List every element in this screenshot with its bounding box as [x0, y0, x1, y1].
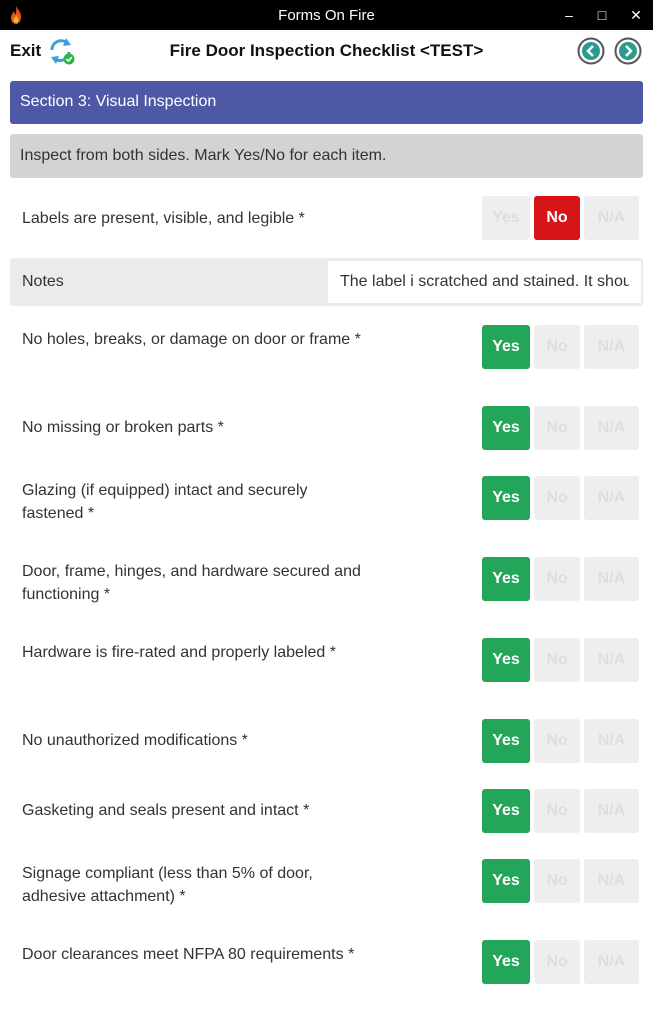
- answer-buttons: Yes No N/A: [482, 557, 640, 601]
- answer-buttons: Yes No N/A: [482, 196, 640, 240]
- question-row: Glazing (if equipped) intact and securel…: [10, 476, 643, 522]
- answer-buttons: Yes No N/A: [482, 476, 640, 520]
- question-row: Gasketing and seals present and intact *…: [10, 789, 643, 833]
- question-row: No missing or broken parts * Yes No N/A: [10, 406, 643, 450]
- no-button[interactable]: No: [534, 940, 580, 984]
- section-title: Section 3: Visual Inspection: [10, 81, 643, 124]
- sync-icon[interactable]: [46, 37, 76, 65]
- question-label: No missing or broken parts *: [22, 419, 224, 436]
- answer-buttons: Yes No N/A: [482, 859, 640, 903]
- form-title: Fire Door Inspection Checklist <TEST>: [169, 41, 484, 60]
- no-button[interactable]: No: [534, 476, 580, 520]
- question-row: No unauthorized modifications * Yes No N…: [10, 719, 643, 763]
- question-label: Hardware is fire-rated and properly labe…: [22, 644, 336, 661]
- yes-button[interactable]: Yes: [482, 789, 530, 833]
- answer-buttons: Yes No N/A: [482, 719, 640, 763]
- na-button[interactable]: N/A: [584, 719, 639, 763]
- no-button[interactable]: No: [534, 325, 580, 369]
- na-button[interactable]: N/A: [584, 325, 639, 369]
- maximize-button[interactable]: □: [591, 4, 613, 26]
- no-button[interactable]: No: [534, 789, 580, 833]
- question-row: Door, frame, hinges, and hardware secure…: [10, 557, 643, 603]
- yes-button[interactable]: Yes: [482, 196, 530, 240]
- question-row: Door clearances meet NFPA 80 requirement…: [10, 940, 643, 986]
- notes-row: Notes: [10, 258, 643, 306]
- na-button[interactable]: N/A: [584, 196, 639, 240]
- yes-button[interactable]: Yes: [482, 406, 530, 450]
- no-button[interactable]: No: [534, 196, 580, 240]
- question-label: No unauthorized modifications *: [22, 732, 248, 749]
- na-button[interactable]: N/A: [584, 476, 639, 520]
- section-instructions: Inspect from both sides. Mark Yes/No for…: [10, 134, 643, 178]
- yes-button[interactable]: Yes: [482, 940, 530, 984]
- no-button[interactable]: No: [534, 638, 580, 682]
- question-label: Door, frame, hinges, and hardware secure…: [22, 563, 361, 603]
- na-button[interactable]: N/A: [584, 789, 639, 833]
- yes-button[interactable]: Yes: [482, 638, 530, 682]
- minimize-button[interactable]: –: [558, 4, 580, 26]
- no-button[interactable]: No: [534, 719, 580, 763]
- question-label: Glazing (if equipped) intact and securel…: [22, 482, 308, 522]
- yes-button[interactable]: Yes: [482, 719, 530, 763]
- yes-button[interactable]: Yes: [482, 325, 530, 369]
- na-button[interactable]: N/A: [584, 406, 639, 450]
- question-label: Labels are present, visible, and legible…: [22, 210, 305, 227]
- no-button[interactable]: No: [534, 859, 580, 903]
- next-page-button[interactable]: [614, 37, 642, 65]
- notes-input[interactable]: [328, 261, 641, 303]
- previous-page-button[interactable]: [577, 37, 605, 65]
- na-button[interactable]: N/A: [584, 557, 639, 601]
- exit-button[interactable]: Exit: [10, 41, 41, 61]
- question-row: No holes, breaks, or damage on door or f…: [10, 325, 643, 371]
- question-label: Signage compliant (less than 5% of door,…: [22, 865, 313, 905]
- question-label: Gasketing and seals present and intact *: [22, 802, 310, 819]
- na-button[interactable]: N/A: [584, 638, 639, 682]
- yes-button[interactable]: Yes: [482, 476, 530, 520]
- no-button[interactable]: No: [534, 557, 580, 601]
- yes-button[interactable]: Yes: [482, 557, 530, 601]
- answer-buttons: Yes No N/A: [482, 638, 640, 682]
- na-button[interactable]: N/A: [584, 940, 639, 984]
- question-row: Signage compliant (less than 5% of door,…: [10, 859, 643, 905]
- yes-button[interactable]: Yes: [482, 859, 530, 903]
- answer-buttons: Yes No N/A: [482, 406, 640, 450]
- answer-buttons: Yes No N/A: [482, 325, 640, 369]
- na-button[interactable]: N/A: [584, 859, 639, 903]
- question-row: Labels are present, visible, and legible…: [10, 196, 643, 240]
- answer-buttons: Yes No N/A: [482, 789, 640, 833]
- answer-buttons: Yes No N/A: [482, 940, 640, 984]
- title-bar: Forms On Fire – □ ✕: [0, 0, 653, 30]
- question-label: No holes, breaks, or damage on door or f…: [22, 331, 361, 348]
- question-label: Door clearances meet NFPA 80 requirement…: [22, 946, 355, 963]
- notes-label: Notes: [22, 273, 64, 290]
- question-row: Hardware is fire-rated and properly labe…: [10, 638, 643, 684]
- window-title: Forms On Fire: [278, 7, 375, 24]
- form-header: Exit Fire Door Inspection Checklist <TES…: [0, 30, 653, 72]
- no-button[interactable]: No: [534, 406, 580, 450]
- close-button[interactable]: ✕: [625, 4, 647, 26]
